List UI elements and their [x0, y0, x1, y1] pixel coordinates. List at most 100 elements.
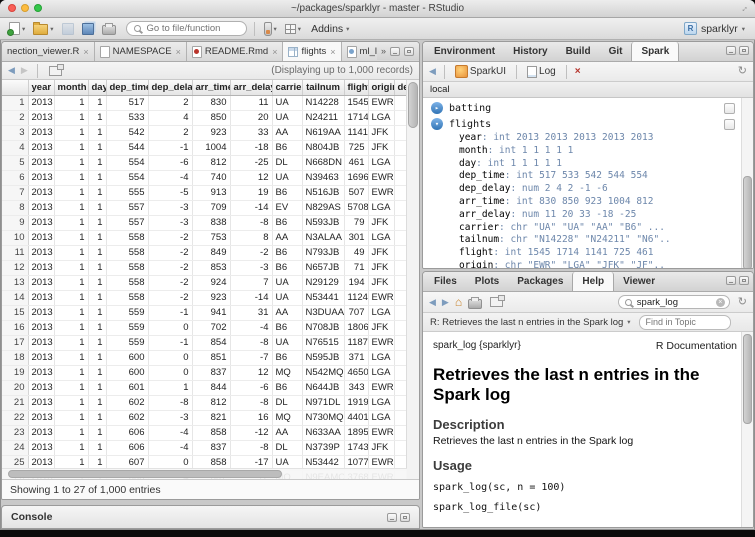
resize-icon[interactable]: ↔ [737, 1, 750, 14]
vertical-scrollbar[interactable] [406, 80, 419, 479]
panes-layout-button[interactable]: ▾ [283, 23, 303, 35]
column-header-origin[interactable]: origin [368, 80, 394, 95]
editor-tab-namespace[interactable]: NAMESPACE× [95, 42, 187, 61]
table-row: 7201311555-591319B6N516JB507EWR [2, 185, 408, 200]
clear-search-icon[interactable]: × [716, 298, 725, 307]
spark-log-button[interactable]: Log [525, 65, 558, 79]
column-header-year[interactable]: year [28, 80, 54, 95]
forward-button[interactable]: ▶ [21, 66, 28, 75]
minimize-pane-icon[interactable] [726, 276, 736, 285]
popout-icon[interactable] [49, 66, 62, 76]
print-icon[interactable] [468, 299, 482, 309]
tab-overflow-icon[interactable]: » [381, 46, 386, 56]
table-row: 15201311559-194131AAN3DUAA707LGA [2, 305, 408, 320]
table-checkbox[interactable] [724, 103, 735, 114]
home-icon[interactable]: ⌂ [455, 296, 462, 308]
help-search-box[interactable]: × [618, 295, 730, 309]
popout-icon[interactable] [490, 297, 503, 307]
help-search-input[interactable] [635, 296, 713, 309]
back-button[interactable]: ◀ [429, 298, 436, 307]
table-row: 1201311517283011UAN142281545EWR [2, 95, 408, 110]
back-button[interactable]: ◀ [8, 66, 15, 75]
editor-tab-flights[interactable]: flights× [283, 42, 341, 61]
minimize-window-button[interactable] [21, 4, 29, 12]
project-menu[interactable]: R sparklyr ▾ [681, 21, 748, 36]
connection-name: local [430, 84, 450, 95]
workspace-tab-environment[interactable]: Environment [425, 42, 504, 61]
goto-file-function[interactable] [126, 21, 247, 36]
close-window-button[interactable] [8, 4, 16, 12]
close-icon[interactable]: × [330, 47, 335, 57]
column-header-rownum[interactable] [2, 80, 28, 95]
traffic-lights [8, 4, 42, 12]
editor-tab-readme-rmd[interactable]: README.Rmd× [187, 42, 284, 61]
table-row: 6201311554-474012UAN394631696EWR [2, 170, 408, 185]
disconnect-button[interactable]: × [575, 66, 581, 77]
chevron-down-icon: ▾ [298, 25, 301, 33]
close-icon[interactable]: × [272, 47, 277, 57]
help-scrollbar-thumb[interactable] [743, 334, 752, 424]
column-header-arr_delay[interactable]: arr_delay [230, 80, 272, 95]
vertical-scrollbar-thumb[interactable] [408, 82, 418, 128]
output-tab-plots[interactable]: Plots [466, 272, 508, 291]
workspace-tab-spark[interactable]: Spark [631, 42, 679, 61]
chevron-down-icon[interactable]: ▾ [627, 318, 630, 326]
open-file-button[interactable]: ▾ [31, 21, 55, 36]
print-button[interactable] [100, 21, 118, 36]
save-button[interactable] [60, 22, 76, 36]
column-header-day[interactable]: day [88, 80, 106, 95]
workspace-tab-history[interactable]: History [504, 42, 556, 61]
spark-ui-button[interactable]: SparkUI [453, 64, 508, 79]
horizontal-scrollbar[interactable] [2, 468, 407, 479]
spark-table-flights[interactable]: ▾flights [423, 116, 753, 132]
addins-menu[interactable]: Addins▾ [307, 22, 353, 36]
table-checkbox[interactable] [724, 119, 735, 130]
help-scrollbar[interactable] [741, 332, 753, 527]
output-tab-packages[interactable]: Packages [508, 272, 572, 291]
table-row: 11201311558-2849-2B6N793JB49JFK [2, 245, 408, 260]
minimize-pane-icon[interactable] [390, 47, 400, 56]
find-in-topic-input[interactable] [639, 315, 731, 330]
save-all-button[interactable] [80, 22, 96, 36]
workspace-tab-git[interactable]: Git [600, 42, 632, 61]
maximize-pane-icon[interactable] [739, 276, 749, 285]
column-header-dep_time[interactable]: dep_time [106, 80, 148, 95]
column-header-dep_delay[interactable]: dep_delay [148, 80, 192, 95]
editor-tab-nection-viewer-r[interactable]: nection_viewer.R× [2, 42, 95, 61]
workspace-tab-list: EnvironmentHistoryBuildGitSpark [425, 42, 679, 61]
column-header-tailnum[interactable]: tailnum [302, 80, 344, 95]
refresh-icon[interactable]: ↻ [738, 66, 747, 77]
output-tab-help[interactable]: Help [572, 272, 614, 291]
forward-button[interactable]: ▶ [442, 298, 449, 307]
output-tab-viewer[interactable]: Viewer [614, 272, 664, 291]
window-title: ~/packages/sparklyr - master - RStudio [60, 3, 695, 14]
tree-scrollbar-thumb[interactable] [743, 176, 752, 268]
minimize-pane-icon[interactable] [387, 513, 397, 522]
refresh-icon[interactable]: ↻ [738, 297, 747, 308]
spark-table-batting[interactable]: ▸batting [423, 100, 753, 116]
version-control-button[interactable]: ▾ [262, 21, 279, 37]
rstudio-window: ~/packages/sparklyr - master - RStudio ↔… [0, 0, 755, 537]
column-header-flight[interactable]: flight [344, 80, 368, 95]
workspace-tab-build[interactable]: Build [557, 42, 600, 61]
maximize-pane-icon[interactable] [400, 513, 410, 522]
collapse-icon[interactable]: ▾ [431, 118, 443, 130]
new-file-button[interactable]: ▾ [7, 21, 27, 36]
zoom-window-button[interactable] [34, 4, 42, 12]
column-header-arr_time[interactable]: arr_time [192, 80, 230, 95]
console-pane-header[interactable]: Console [1, 505, 420, 529]
close-icon[interactable]: × [83, 47, 88, 57]
column-header-month[interactable]: month [54, 80, 88, 95]
maximize-pane-icon[interactable] [404, 47, 414, 56]
minimize-pane-icon[interactable] [726, 46, 736, 55]
horizontal-scrollbar-thumb[interactable] [8, 470, 282, 478]
back-button[interactable]: ◀ [429, 67, 436, 76]
expand-icon[interactable]: ▸ [431, 102, 443, 114]
tree-scrollbar[interactable] [741, 98, 753, 268]
close-icon[interactable]: × [176, 47, 181, 57]
goto-file-input[interactable] [145, 22, 239, 35]
maximize-pane-icon[interactable] [739, 46, 749, 55]
column-header-carrier[interactable]: carrier [272, 80, 302, 95]
output-tab-files[interactable]: Files [425, 272, 466, 291]
help-topic-title[interactable]: R: Retrieves the last n entries in the S… [430, 317, 623, 328]
